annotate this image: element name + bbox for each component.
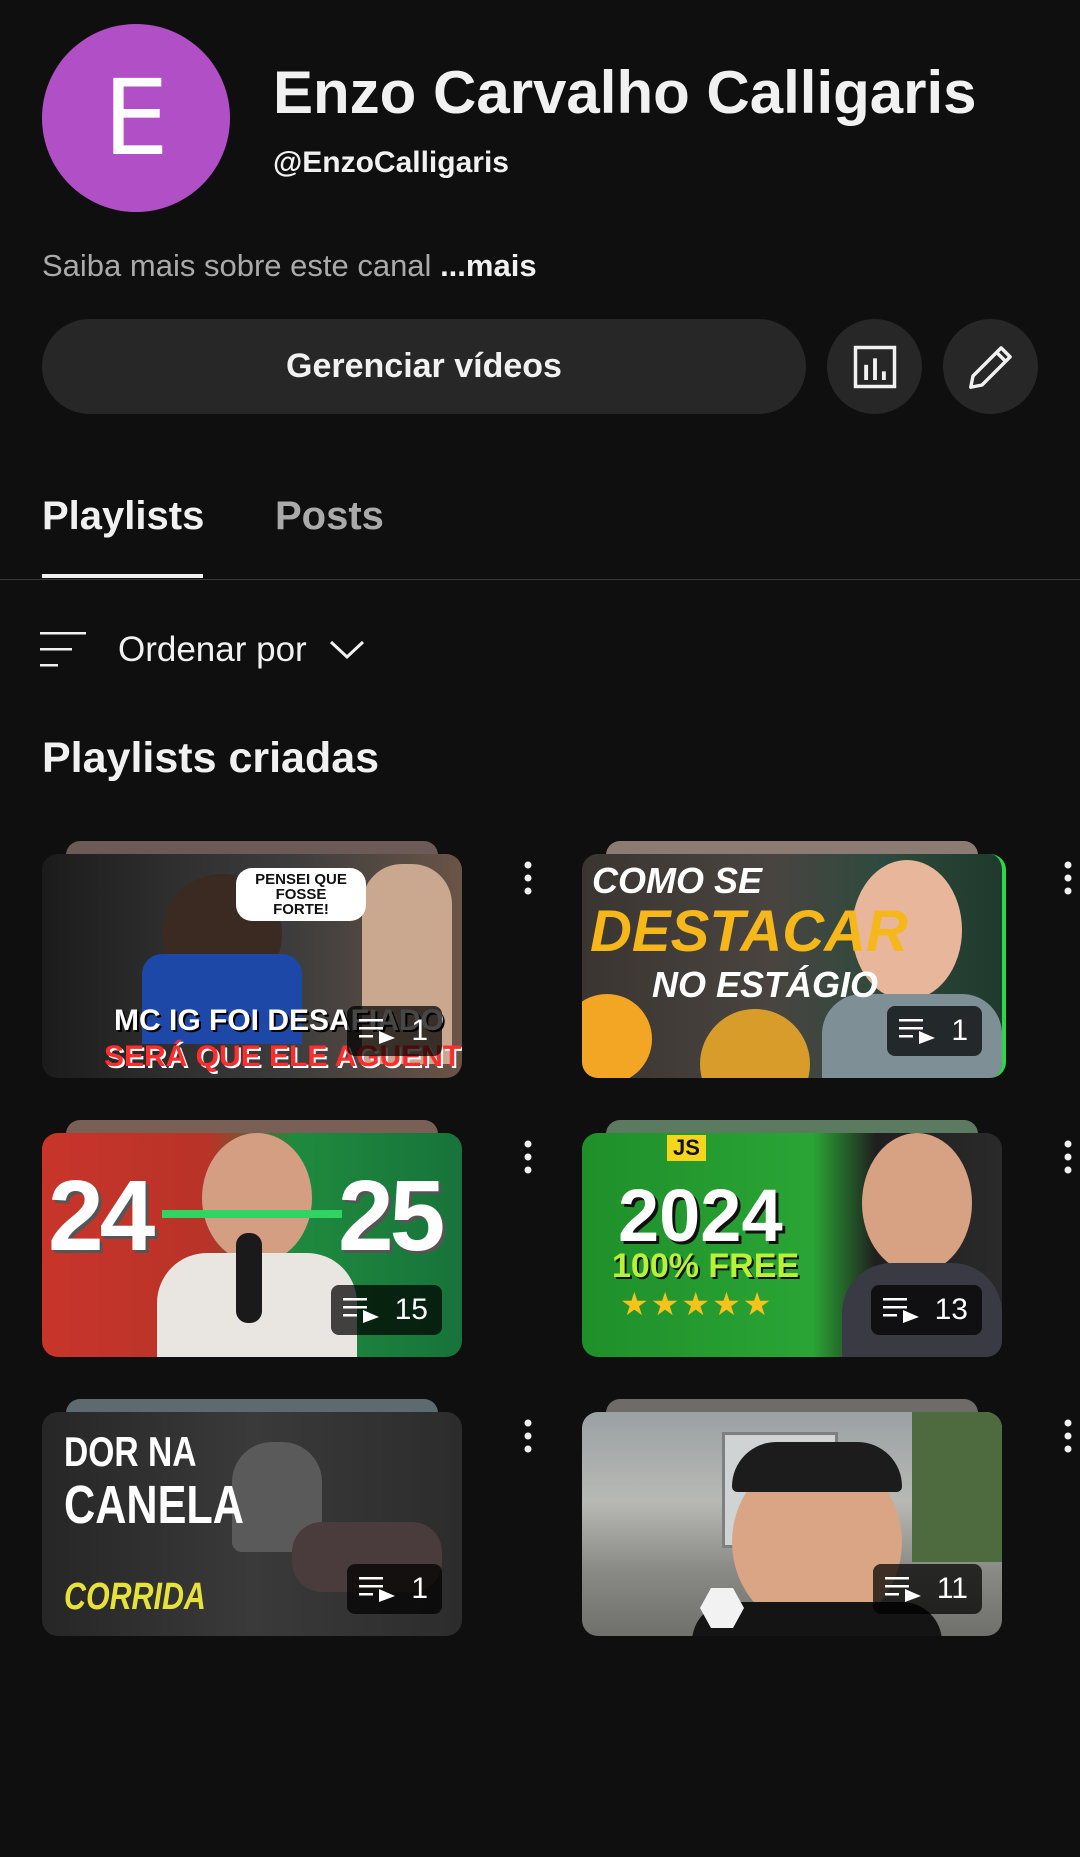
thumbnail-text: 24 bbox=[48, 1160, 155, 1272]
emoji-graphic bbox=[582, 994, 652, 1078]
manage-videos-button[interactable]: Gerenciar vídeos bbox=[42, 319, 806, 414]
video-count: 1 bbox=[411, 1014, 428, 1047]
video-count: 1 bbox=[951, 1014, 968, 1047]
more-link[interactable]: ...mais bbox=[440, 248, 537, 283]
video-count: 11 bbox=[936, 1572, 968, 1605]
about-text: Saiba mais sobre este canal bbox=[42, 248, 441, 283]
playlist-card[interactable]: JS 2024 100% FREE ★★★★★ 13 bbox=[582, 1120, 1002, 1358]
playlist-thumbnail[interactable]: PENSEI QUE FOSSE FORTE! MC IG FOI DESAFI… bbox=[42, 854, 462, 1078]
playlist-icon bbox=[359, 1577, 396, 1602]
more-vert-icon bbox=[1064, 1140, 1072, 1174]
playlist-card[interactable]: 11 bbox=[582, 1399, 1002, 1637]
video-count-badge: 15 bbox=[330, 1285, 442, 1335]
thumbnail-text: 2024 bbox=[618, 1174, 783, 1257]
tabs-divider bbox=[0, 579, 1080, 580]
playlist-thumbnail[interactable]: 24 25 15 bbox=[42, 1133, 462, 1357]
playlist-icon bbox=[342, 1298, 379, 1323]
thumbnail-text: DOR NA bbox=[64, 1428, 197, 1475]
playlist-thumbnail[interactable]: COMO SE DESTACAR NO ESTÁGIO 1 bbox=[582, 854, 1006, 1078]
thumbnail-text: NO ESTÁGIO bbox=[652, 964, 879, 1005]
thumbnail-text: DESTACAR bbox=[590, 899, 908, 964]
playlist-card[interactable]: DOR NA CANELA CORRIDA 1 bbox=[42, 1399, 462, 1637]
thumbnail-text: COMO SE bbox=[592, 860, 763, 901]
section-title: Playlists criadas bbox=[42, 734, 380, 782]
playlist-card[interactable]: COMO SE DESTACAR NO ESTÁGIO 1 bbox=[582, 841, 1006, 1079]
playlist-menu-button[interactable] bbox=[1053, 848, 1080, 908]
channel-name: Enzo Carvalho Calligaris bbox=[273, 59, 977, 126]
video-count-badge: 11 bbox=[872, 1564, 982, 1614]
person-figure bbox=[862, 1133, 972, 1273]
microphone-graphic bbox=[236, 1233, 262, 1323]
tab-posts[interactable]: Posts bbox=[275, 494, 384, 539]
video-count-badge: 1 bbox=[887, 1006, 982, 1056]
channel-handle: @EnzoCalligaris bbox=[273, 146, 509, 179]
playlist-card[interactable]: PENSEI QUE FOSSE FORTE! MC IG FOI DESAFI… bbox=[42, 841, 462, 1079]
more-vert-icon bbox=[524, 1419, 532, 1453]
channel-page: E Enzo Carvalho Calligaris @EnzoCalligar… bbox=[0, 0, 1080, 1857]
thumbnail-text: CORRIDA bbox=[64, 1576, 206, 1618]
playlist-menu-button[interactable] bbox=[1053, 1127, 1080, 1187]
about-channel-link[interactable]: Saiba mais sobre este canal ...mais bbox=[42, 248, 537, 284]
video-count: 1 bbox=[411, 1572, 428, 1605]
video-count: 15 bbox=[394, 1293, 428, 1326]
playlist-menu-button[interactable] bbox=[513, 1406, 543, 1466]
playlist-thumbnail[interactable]: 11 bbox=[582, 1412, 1002, 1636]
sort-dropdown[interactable]: Ordenar por bbox=[38, 625, 365, 675]
cap-graphic bbox=[732, 1442, 902, 1492]
thumbnail-text: 25 bbox=[338, 1160, 445, 1272]
active-tab-indicator bbox=[42, 574, 203, 578]
edit-channel-button[interactable] bbox=[943, 319, 1038, 414]
thumbnail-text: CANELA bbox=[64, 1475, 244, 1535]
plants-graphic bbox=[912, 1412, 1002, 1562]
playlist-icon bbox=[359, 1019, 396, 1044]
medal-graphic bbox=[700, 1009, 810, 1078]
avatar[interactable]: E bbox=[42, 24, 230, 212]
arrow-graphic bbox=[162, 1210, 342, 1218]
playlist-menu-button[interactable] bbox=[1053, 1406, 1080, 1466]
playlist-icon bbox=[884, 1577, 921, 1602]
playlist-card[interactable]: 24 25 15 bbox=[42, 1120, 462, 1358]
playlist-thumbnail[interactable]: DOR NA CANELA CORRIDA 1 bbox=[42, 1412, 462, 1636]
playlist-thumbnail[interactable]: JS 2024 100% FREE ★★★★★ 13 bbox=[582, 1133, 1002, 1357]
more-vert-icon bbox=[524, 861, 532, 895]
tab-playlists[interactable]: Playlists bbox=[42, 494, 204, 539]
stats-button[interactable] bbox=[827, 319, 922, 414]
sort-label: Ordenar por bbox=[118, 630, 307, 669]
playlist-icon bbox=[882, 1298, 919, 1323]
more-vert-icon bbox=[1064, 1419, 1072, 1453]
sort-icon bbox=[40, 632, 86, 667]
chevron-down-icon bbox=[329, 640, 364, 660]
more-vert-icon bbox=[1064, 861, 1072, 895]
video-count-badge: 1 bbox=[347, 1564, 442, 1614]
thumbnail-text: PENSEI QUE FOSSE FORTE! bbox=[236, 868, 366, 921]
more-vert-icon bbox=[524, 1140, 532, 1174]
rating-stars: ★★★★★ bbox=[620, 1286, 774, 1322]
video-count: 13 bbox=[934, 1293, 968, 1326]
playlist-menu-button[interactable] bbox=[513, 848, 543, 908]
bar-chart-icon bbox=[853, 345, 896, 388]
playlist-menu-button[interactable] bbox=[513, 1127, 543, 1187]
pencil-icon bbox=[968, 345, 1012, 389]
thumbnail-text: JS bbox=[667, 1135, 706, 1161]
playlist-icon bbox=[899, 1019, 936, 1044]
video-count-badge: 13 bbox=[870, 1285, 982, 1335]
video-count-badge: 1 bbox=[347, 1006, 442, 1056]
thumbnail-text: 100% FREE bbox=[612, 1247, 800, 1285]
